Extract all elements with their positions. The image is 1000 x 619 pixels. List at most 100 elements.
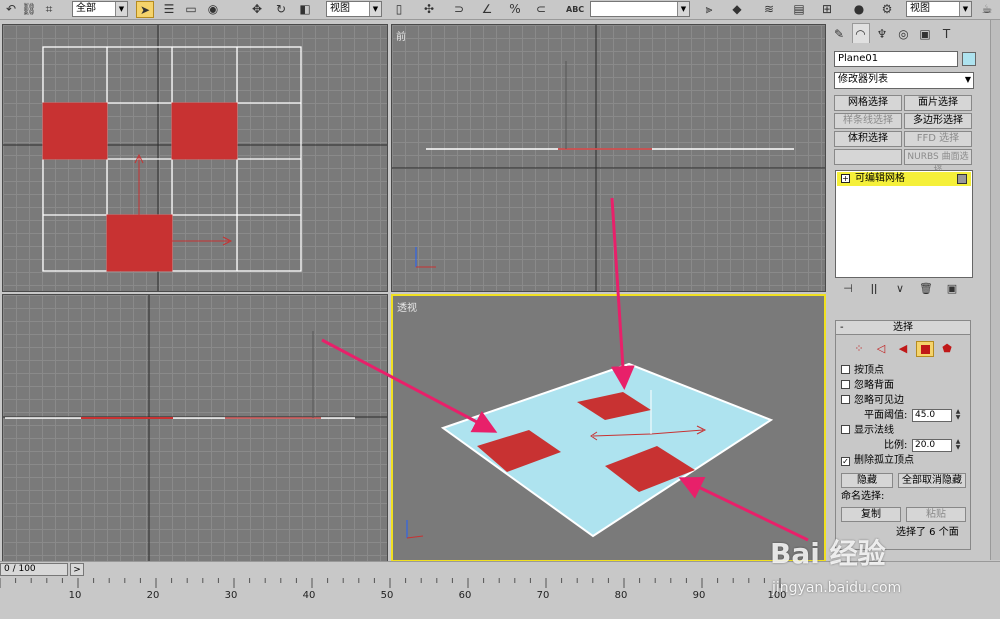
ruler-label: 80: [615, 590, 628, 601]
stack-item-editable-mesh[interactable]: + 可编辑网格: [837, 172, 971, 186]
track-ruler[interactable]: 10 20 30 40 50 60 70 80 90 100: [0, 578, 1000, 619]
stack-item-toggle-icon[interactable]: [957, 174, 967, 184]
align-icon[interactable]: ◆: [728, 1, 746, 18]
reference-coord-dropdown[interactable]: 视图 ▼: [326, 1, 382, 17]
patch-select-button[interactable]: 面片选择: [904, 95, 972, 111]
delete-isolated-label: 删除孤立顶点: [854, 455, 914, 466]
ruler-label: 90: [693, 590, 706, 601]
mesh-select-button[interactable]: 网格选择: [834, 95, 902, 111]
by-vertex-checkbox[interactable]: [841, 365, 850, 374]
paste-button[interactable]: 粘贴: [906, 507, 966, 522]
display-tab-icon[interactable]: ▣: [916, 24, 934, 44]
expand-icon[interactable]: +: [841, 174, 850, 183]
axis-tripod-x: [406, 535, 424, 539]
spline-select-button[interactable]: 样条线选择: [834, 113, 902, 129]
rect-select-icon[interactable]: ▭: [182, 1, 200, 18]
vertex-mode-icon[interactable]: ⁘: [850, 341, 868, 357]
edit-named-selection-icon[interactable]: ABC: [566, 1, 584, 18]
move-icon[interactable]: ✥: [248, 1, 266, 18]
viewport-left[interactable]: [2, 294, 388, 562]
named-selection-dropdown[interactable]: ▼: [590, 1, 690, 17]
stack-item-label: 可编辑网格: [855, 173, 905, 184]
ignore-backfacing-checkbox[interactable]: [841, 380, 850, 389]
show-end-result-icon[interactable]: ǀǀ: [861, 282, 887, 295]
motion-tab-icon[interactable]: ◎: [895, 24, 913, 44]
volume-select-button[interactable]: 体积选择: [834, 131, 902, 147]
selected-face: [42, 102, 108, 160]
percent-snap-icon[interactable]: %: [506, 1, 524, 18]
modify-tab-icon[interactable]: ◠: [851, 23, 870, 43]
schematic-icon[interactable]: ⊞: [818, 1, 836, 18]
angle-snap-icon[interactable]: ∠: [478, 1, 496, 18]
panel-scrollbar[interactable]: [990, 20, 1000, 560]
delete-isolated-checkbox[interactable]: ✓: [841, 457, 850, 466]
ruler-label: 30: [225, 590, 238, 601]
copy-button[interactable]: 复制: [841, 507, 901, 522]
rotate-icon[interactable]: ↻: [272, 1, 290, 18]
edge-mode-icon[interactable]: ◁: [872, 341, 890, 357]
curve-editor-icon[interactable]: ▤: [790, 1, 808, 18]
spinner-snap-icon[interactable]: ⊂: [532, 1, 550, 18]
show-normals-checkbox[interactable]: [841, 425, 850, 434]
modifier-list-dropdown[interactable]: 修改器列表 ▼: [834, 72, 974, 89]
pointer-icon[interactable]: ➤: [136, 1, 154, 18]
selection-rollout: - 选择 ⁘ ◁ ◀ ⬟ 按顶点 忽略背面 忽略可见边 平面阈值: 45.0 ▲…: [835, 320, 971, 550]
render-view-value: 视图: [910, 3, 930, 14]
object-name-value: Plane01: [838, 53, 879, 64]
hide-button[interactable]: 隐藏: [841, 473, 893, 488]
selected-face: [171, 102, 238, 160]
bind-icon[interactable]: ⌗: [40, 1, 58, 18]
poly-select-button[interactable]: 多边形选择: [904, 113, 972, 129]
render-setup-icon[interactable]: ⚙: [878, 1, 896, 18]
render-view-dropdown[interactable]: 视图 ▼: [906, 1, 972, 17]
next-frame-button[interactable]: >: [70, 563, 84, 576]
hierarchy-tab-icon[interactable]: ♆: [873, 24, 891, 44]
normal-scale-spinner[interactable]: 20.0: [912, 439, 952, 452]
ruler-label: 70: [537, 590, 550, 601]
nurbs-surface-select-button[interactable]: NURBS 曲面选择: [904, 149, 972, 176]
layer-icon[interactable]: ≋: [760, 1, 778, 18]
object-name-field[interactable]: Plane01: [834, 51, 958, 67]
empty-modifier-button[interactable]: [834, 149, 902, 165]
viewport-perspective[interactable]: 透视: [391, 294, 826, 562]
element-mode-icon[interactable]: ⬟: [938, 341, 956, 357]
front-view-scene: [392, 25, 825, 291]
undo-icon[interactable]: ↶: [2, 1, 20, 18]
configure-modifier-sets-icon[interactable]: ▣: [939, 282, 965, 295]
create-tab-icon[interactable]: ✎: [830, 24, 848, 44]
viewport-top[interactable]: [2, 24, 388, 292]
current-frame: 0 / 100: [4, 564, 36, 574]
material-editor-icon[interactable]: ●: [850, 1, 868, 18]
scale-icon[interactable]: ◧: [296, 1, 314, 18]
unhide-all-button[interactable]: 全部取消隐藏: [898, 473, 966, 488]
snap-toggle-icon[interactable]: ⊃: [450, 1, 468, 18]
utilities-tab-icon[interactable]: T: [938, 24, 956, 44]
select-by-name-icon[interactable]: ☰: [160, 1, 178, 18]
selection-rollout-header[interactable]: - 选择: [836, 321, 970, 335]
ffd-select-button[interactable]: FFD 选择: [904, 131, 972, 147]
ignore-backfacing-label: 忽略背面: [854, 380, 894, 391]
object-color-swatch[interactable]: [962, 52, 976, 66]
manipulate-icon[interactable]: ✣: [420, 1, 438, 18]
ruler-label: 60: [459, 590, 472, 601]
ruler-label: 50: [381, 590, 394, 601]
viewport-front[interactable]: 前: [391, 24, 826, 292]
pivot-icon[interactable]: ▯: [390, 1, 408, 18]
select-link-icon[interactable]: ⛓: [20, 1, 38, 18]
spinner-arrows-icon[interactable]: ▲ ▼: [954, 439, 962, 452]
selection-filter-dropdown[interactable]: 全部 ▼: [72, 1, 128, 17]
ignore-visible-edges-checkbox[interactable]: [841, 395, 850, 404]
planar-threshold-spinner[interactable]: 45.0: [912, 409, 952, 422]
by-vertex-label: 按顶点: [854, 365, 884, 376]
time-slider[interactable]: 0 / 100: [0, 563, 68, 576]
face-mode-icon[interactable]: ◀: [894, 341, 912, 357]
make-unique-icon[interactable]: ∨: [887, 282, 913, 295]
spinner-arrows-icon[interactable]: ▲ ▼: [954, 409, 962, 422]
teapot-icon[interactable]: ☕: [978, 1, 996, 18]
mirror-icon[interactable]: ⫸: [700, 1, 718, 18]
remove-modifier-icon[interactable]: 🗑: [913, 282, 939, 295]
command-panel-tabs: ✎ ◠ ♆ ◎ ▣ T: [830, 23, 980, 45]
polygon-mode-icon[interactable]: [916, 341, 934, 357]
pin-stack-icon[interactable]: ⊣: [835, 282, 861, 295]
window-crossing-icon[interactable]: ◉: [204, 1, 222, 18]
